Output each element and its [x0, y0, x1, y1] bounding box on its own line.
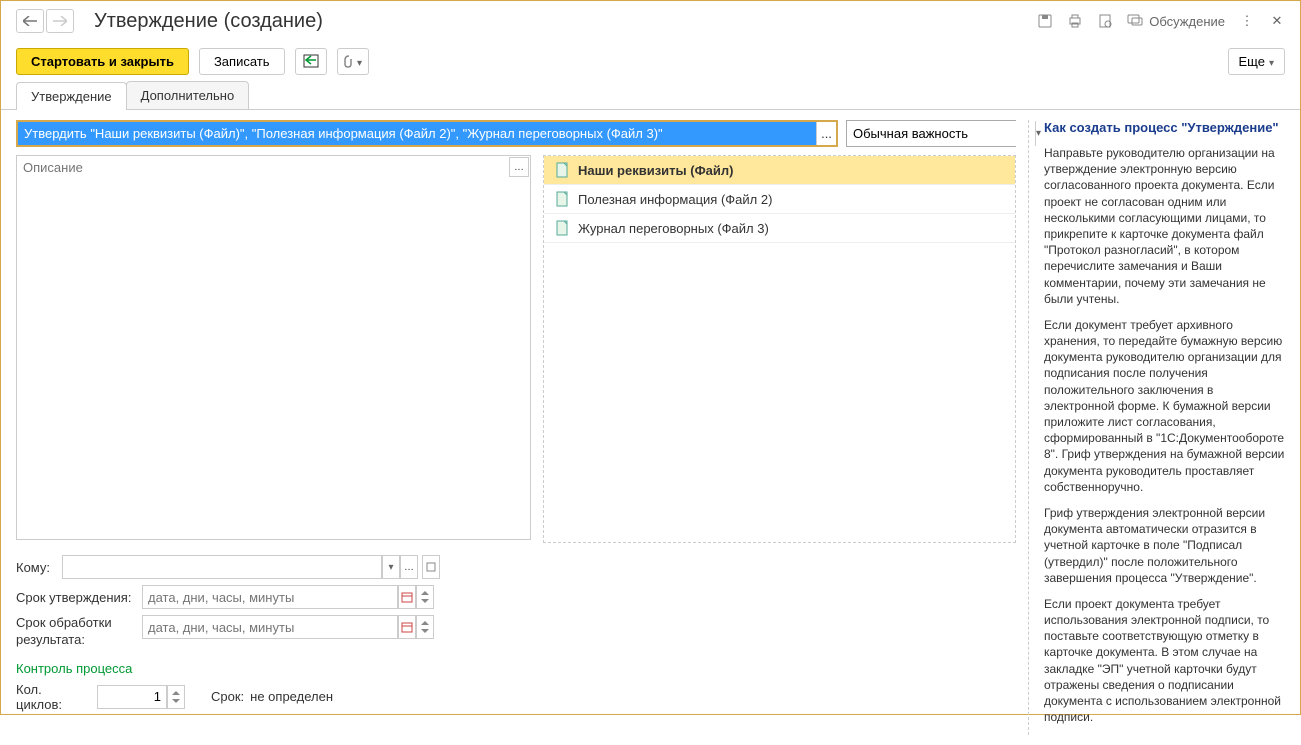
files-list: Наши реквизиты (Файл) Полезная информаци… [543, 155, 1016, 543]
to-ellipsis-button[interactable]: … [400, 555, 418, 579]
form-section: Кому: … Срок утверждения: Срок обработки… [16, 555, 1016, 712]
discuss-button[interactable]: Обсуждение [1127, 14, 1225, 29]
approve-date-row: Срок утверждения: [16, 585, 1016, 609]
open-icon [426, 562, 436, 572]
header-bar: Утверждение (создание) Обсуждение ⋮ ✕ [1, 1, 1300, 41]
more-label: Еще [1239, 54, 1265, 69]
help-paragraph: Если проект документа требует использова… [1044, 596, 1285, 726]
file-icon [554, 191, 570, 207]
more-button[interactable]: Еще [1228, 48, 1285, 75]
main-area: ... … Наши реквизиты (Файл) Полезная инф… [1, 110, 1300, 745]
subject-input[interactable] [18, 122, 816, 145]
help-title: Как создать процесс "Утверждение" [1044, 120, 1285, 135]
file-item[interactable]: Наши реквизиты (Файл) [544, 156, 1015, 185]
content-row: … Наши реквизиты (Файл) Полезная информа… [16, 155, 1016, 543]
importance-value[interactable] [847, 121, 1035, 146]
approve-date-label: Срок утверждения: [16, 590, 136, 605]
to-dropdown-button[interactable] [382, 555, 400, 579]
result-date-row: Срок обработки результата: [16, 615, 1016, 649]
subject-row: ... [16, 120, 1016, 147]
cycles-input[interactable] [97, 685, 167, 709]
calendar-icon [401, 591, 413, 603]
close-icon[interactable]: ✕ [1269, 13, 1285, 29]
attach-button[interactable] [337, 48, 369, 75]
calendar-icon [401, 621, 413, 633]
approve-date-input[interactable] [142, 585, 398, 609]
tab-bar: Утверждение Дополнительно [1, 81, 1300, 110]
report-icon[interactable] [1097, 13, 1113, 29]
cycles-spinner[interactable] [167, 685, 185, 709]
back-button[interactable] [16, 9, 44, 33]
left-column: ... … Наши реквизиты (Файл) Полезная инф… [16, 120, 1016, 735]
arrow-right-icon [53, 16, 67, 26]
file-item[interactable]: Полезная информация (Файл 2) [544, 185, 1015, 214]
term-value: не определен [250, 689, 333, 704]
description-textarea[interactable] [16, 155, 531, 540]
to-open-button[interactable] [422, 555, 440, 579]
help-paragraph: Гриф утверждения электронной версии доку… [1044, 505, 1285, 586]
page-title: Утверждение (создание) [94, 10, 1037, 33]
result-date-label: Срок обработки результата: [16, 615, 136, 649]
header-actions: Обсуждение ⋮ ✕ [1037, 13, 1285, 29]
to-input-wrap: … [62, 555, 440, 579]
cycles-row: Кол. циклов: Срок: не определен [16, 682, 1016, 712]
file-icon [554, 162, 570, 178]
calendar-button[interactable] [398, 615, 416, 639]
file-name: Журнал переговорных (Файл 3) [578, 221, 769, 236]
to-input[interactable] [62, 555, 382, 579]
forward-button[interactable] [46, 9, 74, 33]
cycles-label: Кол. циклов: [16, 682, 91, 712]
tab-approval[interactable]: Утверждение [16, 82, 127, 110]
result-date-wrap [142, 615, 434, 639]
help-paragraph: Направьте руководителю организации на ут… [1044, 145, 1285, 307]
result-date-input[interactable] [142, 615, 398, 639]
to-row: Кому: … [16, 555, 1016, 579]
description-wrapper: … [16, 155, 531, 543]
description-expand-button[interactable]: … [509, 157, 529, 177]
spinner-button[interactable] [416, 585, 434, 609]
paperclip-icon [343, 54, 355, 68]
spinner-button[interactable] [416, 615, 434, 639]
arrow-left-icon [23, 16, 37, 26]
calendar-button[interactable] [398, 585, 416, 609]
file-name: Наши реквизиты (Файл) [578, 163, 734, 178]
to-label: Кому: [16, 560, 56, 575]
redirect-icon [303, 54, 319, 68]
importance-select[interactable] [846, 120, 1016, 147]
chat-icon [1127, 14, 1143, 28]
toolbar: Стартовать и закрыть Записать Еще [1, 41, 1300, 81]
subject-wrapper: ... [16, 120, 838, 147]
cycles-wrap [97, 685, 185, 709]
discuss-label: Обсуждение [1149, 14, 1225, 29]
file-name: Полезная информация (Файл 2) [578, 192, 772, 207]
kebab-icon[interactable]: ⋮ [1239, 13, 1255, 29]
save-button[interactable]: Записать [199, 48, 285, 75]
print-icon[interactable] [1067, 13, 1083, 29]
approve-date-wrap [142, 585, 434, 609]
process-control-title: Контроль процесса [16, 661, 1016, 676]
save-icon[interactable] [1037, 13, 1053, 29]
file-icon [554, 220, 570, 236]
help-panel: Как создать процесс "Утверждение" Направ… [1028, 120, 1285, 735]
redirect-button[interactable] [295, 48, 327, 75]
subject-ellipsis-button[interactable]: ... [816, 122, 836, 145]
start-close-button[interactable]: Стартовать и закрыть [16, 48, 189, 75]
term-label: Срок: [211, 689, 244, 704]
file-item[interactable]: Журнал переговорных (Файл 3) [544, 214, 1015, 243]
help-paragraph: Если документ требует архивного хранения… [1044, 317, 1285, 495]
tab-additional[interactable]: Дополнительно [126, 81, 250, 109]
nav-buttons [16, 9, 74, 33]
